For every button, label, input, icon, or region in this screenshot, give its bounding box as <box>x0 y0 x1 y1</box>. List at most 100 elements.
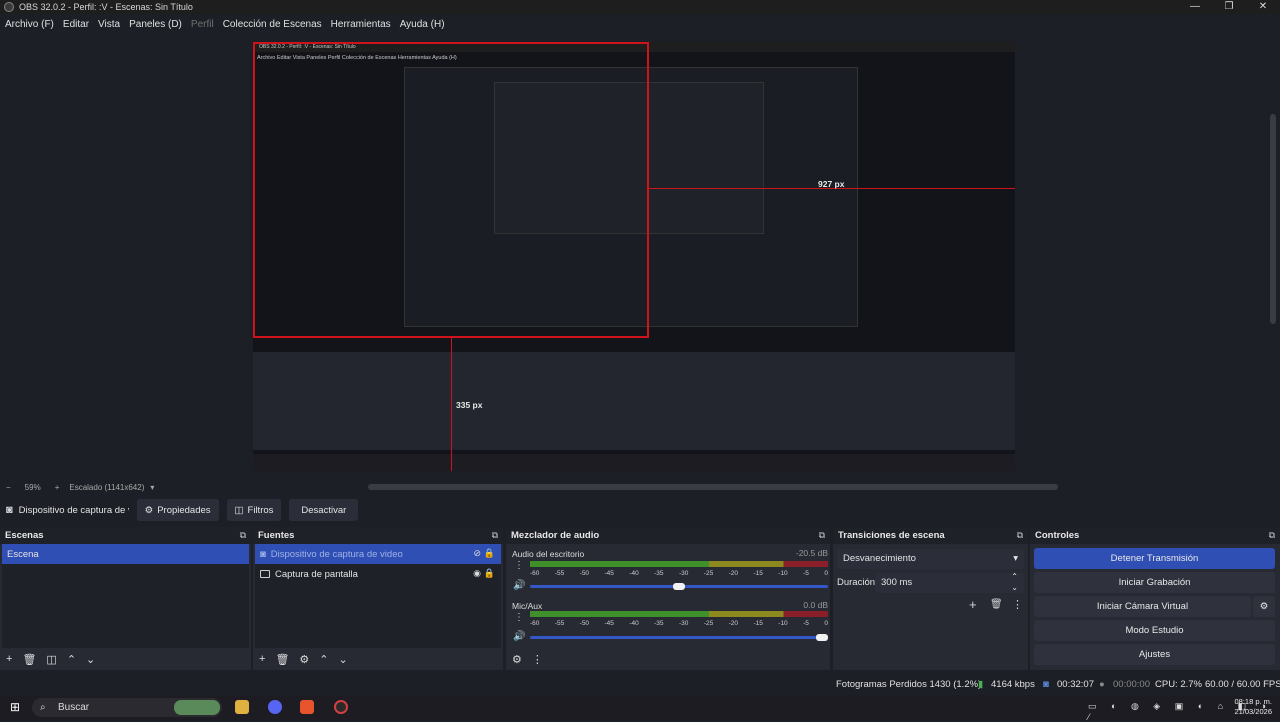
studio-mode-button[interactable]: Modo Estudio <box>1034 620 1275 641</box>
remove-source-icon[interactable]: 🗑 <box>275 653 289 666</box>
source-item-screen-capture[interactable]: Captura de pantalla ◉ 🔒 <box>255 564 501 584</box>
file-explorer-icon[interactable] <box>235 700 249 714</box>
float-dock-icon[interactable]: ⧉ <box>492 530 498 541</box>
add-source-icon[interactable]: + <box>259 653 265 665</box>
meter-tick-label: -45 <box>604 620 614 627</box>
preview-canvas[interactable]: OBS 32.0.2 - Perfil: :V - Escenas: Sin T… <box>253 42 1015 471</box>
guide-right <box>647 42 649 338</box>
source-settings-icon[interactable]: ⚙ <box>299 653 309 666</box>
channel-name: Mic/Aux <box>512 601 543 611</box>
float-dock-icon[interactable]: ⧉ <box>819 530 825 541</box>
meter-tick-label: -25 <box>703 620 714 627</box>
meter-tick-label: -50 <box>579 570 590 577</box>
zoom-in-button[interactable]: + <box>55 483 60 492</box>
remove-transition-icon[interactable]: 🗑 <box>990 599 1003 610</box>
properties-button[interactable]: ⚙ Propiedades <box>136 499 219 521</box>
meter-tick-label: -40 <box>629 570 639 577</box>
deactivate-button[interactable]: Desactivar <box>289 499 359 521</box>
channel-menu-icon[interactable]: ⋮ <box>514 612 524 623</box>
taskbar-search[interactable]: ⌕ Buscar <box>32 698 222 717</box>
maximize-button[interactable]: ❐ <box>1212 0 1246 14</box>
scenes-dock: Escenas ⧉ Escena + 🗑 ◫ ⌃ ⌄ <box>0 527 251 670</box>
transitions-dock: Transiciones de escena ⧉ Desvanecimiento … <box>833 527 1028 670</box>
speaker-icon[interactable]: 🔊 <box>513 631 525 642</box>
speaker-icon[interactable]: 🔊 <box>513 580 525 591</box>
move-down-icon[interactable]: ⌄ <box>86 653 95 666</box>
virtual-camera-settings-button[interactable]: ⚙ <box>1253 596 1275 617</box>
system-clock[interactable]: 08:18 p. m. 21/03/2026 <box>1234 697 1272 717</box>
filter-icon: ◫ <box>234 504 244 516</box>
record-icon: ● <box>1099 679 1105 690</box>
preview-area[interactable]: OBS 32.0.2 - Perfil: :V - Escenas: Sin T… <box>0 34 1280 480</box>
controls-dock: Controles ⧉ Detener Transmisión Iniciar G… <box>1030 527 1280 670</box>
start-recording-button[interactable]: Iniciar Grabación <box>1034 572 1275 593</box>
nested-docks <box>253 352 1015 450</box>
windows-start-icon[interactable]: ⊞ <box>10 700 20 714</box>
mixer-menu-icon[interactable]: ⋮ <box>532 653 543 666</box>
settings-button[interactable]: Ajustes <box>1034 644 1275 665</box>
move-down-icon[interactable]: ⌄ <box>339 653 348 666</box>
volume-slider[interactable] <box>530 583 828 590</box>
scale-mode[interactable]: Escalado (1141x642) <box>69 483 144 492</box>
volume-slider-knob[interactable] <box>673 583 685 590</box>
float-dock-icon[interactable]: ⧉ <box>240 530 246 541</box>
audio-mixer-dock: Mezclador de audio ⧉ Audio del escritorio… <box>506 527 830 670</box>
menu-ayuda[interactable]: Ayuda (H) <box>400 19 445 30</box>
close-button[interactable]: ✕ <box>1246 0 1280 14</box>
menu-perfil[interactable]: Perfil <box>191 19 214 30</box>
preview-vertical-scrollbar[interactable] <box>1270 114 1276 324</box>
meter-ticks: -60 -55 -50 -45 -40 -35 -30 -25 -20 -15 -10 -5 0 <box>530 570 828 577</box>
visibility-hidden-icon[interactable]: ⊘ <box>473 548 481 559</box>
advanced-audio-icon[interactable]: ⚙ <box>512 653 522 666</box>
nested-capture-2 <box>494 82 764 234</box>
lock-icon[interactable]: 🔒 <box>484 568 495 579</box>
move-up-icon[interactable]: ⌃ <box>67 653 76 666</box>
stepper-icon[interactable]: ⌃ ⌄ <box>1011 571 1018 593</box>
lock-icon[interactable]: 🔒 <box>484 548 495 559</box>
scene-item[interactable]: Escena <box>2 544 249 564</box>
add-scene-icon[interactable]: + <box>6 653 12 665</box>
menu-paneles[interactable]: Paneles (D) <box>129 19 182 30</box>
guide-left <box>253 42 255 338</box>
meter-tick-label: 0 <box>824 620 828 627</box>
menu-editar[interactable]: Editar <box>63 19 89 30</box>
move-up-icon[interactable]: ⌃ <box>319 653 328 666</box>
minimize-button[interactable]: — <box>1178 0 1212 14</box>
stream-icon: ◙ <box>1043 679 1049 690</box>
chevron-down-icon[interactable]: ▾ <box>150 483 154 492</box>
start-virtual-camera-button[interactable]: Iniciar Cámara Virtual <box>1034 596 1251 617</box>
volume-slider[interactable] <box>530 634 828 641</box>
remove-scene-icon[interactable]: 🗑 <box>22 653 36 666</box>
eye-icon[interactable]: ◉ <box>473 568 481 579</box>
filters-button[interactable]: ◫ Filtros <box>226 499 282 521</box>
stop-streaming-button[interactable]: Detener Transmisión <box>1034 548 1275 569</box>
meter-tick-label: -30 <box>678 620 689 627</box>
menu-archivo[interactable]: Archivo (F) <box>5 19 54 30</box>
float-dock-icon[interactable]: ⧉ <box>1017 530 1023 541</box>
chevron-down-icon: ▾ <box>1013 553 1018 564</box>
menu-herramientas[interactable]: Herramientas <box>331 19 391 30</box>
dropped-frames: Fotogramas Perdidos 1430 (1.2%) <box>836 679 982 690</box>
discord-icon[interactable] <box>268 700 282 714</box>
sources-dock: Fuentes ⧉ ◙ Dispositivo de captura de vid… <box>253 527 503 670</box>
add-transition-icon[interactable]: + <box>969 597 977 612</box>
duration-input[interactable]: 300 ms ⌃ ⌄ <box>875 571 1024 593</box>
transition-select[interactable]: Desvanecimiento ▾ <box>837 549 1024 569</box>
zoom-out-button[interactable]: − <box>6 483 11 492</box>
preview-horizontal-scrollbar[interactable] <box>368 484 1058 490</box>
meter-tick-label: -60 <box>530 620 540 627</box>
brave-icon[interactable] <box>300 700 314 714</box>
source-item-video-capture[interactable]: ◙ Dispositivo de captura de video ⊘ 🔒 <box>255 544 501 564</box>
obs-icon[interactable] <box>334 700 348 714</box>
transition-menu-icon[interactable]: ⋮ <box>1012 598 1023 611</box>
float-dock-icon[interactable]: ⧉ <box>1269 530 1275 541</box>
menu-vista[interactable]: Vista <box>98 19 120 30</box>
menu-coleccion-escenas[interactable]: Colección de Escenas <box>223 19 322 30</box>
channel-menu-icon[interactable]: ⋮ <box>514 560 524 571</box>
volume-slider-knob[interactable] <box>816 634 828 641</box>
meter-tick-label: -10 <box>778 570 788 577</box>
scene-filters-icon[interactable]: ◫ <box>46 653 56 666</box>
meter-tick-label: -10 <box>778 620 788 627</box>
sources-title: Fuentes <box>258 530 295 541</box>
menu-bar: Archivo (F) Editar Vista Paneles (D) Per… <box>0 14 1280 34</box>
